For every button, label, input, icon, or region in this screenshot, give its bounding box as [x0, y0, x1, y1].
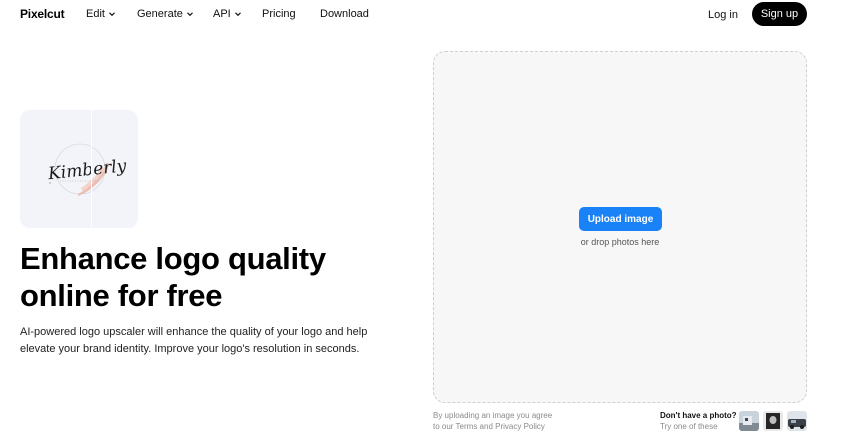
hero-description-line-2: elevate your brand identity. Improve you… — [20, 343, 360, 355]
brand-logo[interactable]: Pixelcut — [20, 7, 65, 21]
sample-photos-prompt: Don't have a photo? Try one of these — [660, 410, 740, 432]
no-photo-hint: Try one of these — [660, 422, 718, 431]
sample-photo-1[interactable] — [739, 411, 759, 431]
chevron-down-icon — [186, 12, 193, 17]
nav-item-label: Generate — [137, 8, 183, 20]
sample-photo-2-image — [763, 411, 783, 431]
legal-prefix: to our — [433, 422, 456, 431]
no-photo-question: Don't have a photo? — [660, 411, 737, 420]
logo-preview-image: Kimberly — [20, 110, 138, 228]
hero-description: AI-powered logo upscaler will enhance th… — [20, 324, 370, 358]
logo-preview-graphic: Kimberly — [46, 143, 128, 196]
terms-link[interactable]: Terms — [456, 422, 478, 431]
hero-description-line-1: AI-powered logo upscaler will enhance th… — [20, 326, 368, 338]
page-title-line-1: Enhance logo quality — [20, 241, 326, 276]
sample-photo-2[interactable] — [763, 411, 783, 431]
nav-item-label: Pricing — [262, 8, 296, 20]
nav-item-label: Download — [320, 8, 369, 20]
legal-and: and — [477, 422, 496, 431]
sample-photo-3-image — [787, 411, 807, 431]
privacy-policy-link[interactable]: Privacy Policy — [495, 422, 545, 431]
top-nav: Pixelcut Edit Generate API Pricing Downl… — [0, 0, 854, 28]
legal-line-1: By uploading an image you agree — [433, 411, 553, 420]
drop-hint: or drop photos here — [580, 237, 660, 247]
nav-item-pricing[interactable]: Pricing — [262, 8, 296, 20]
nav-item-api[interactable]: API — [213, 8, 242, 20]
upload-legal-text: By uploading an image you agree to our T… — [433, 410, 633, 432]
nav-item-label: API — [213, 8, 231, 20]
sample-photo-3[interactable] — [787, 411, 807, 431]
signup-button[interactable]: Sign up — [752, 2, 807, 26]
page-title: Enhance logo quality online for free — [20, 240, 400, 314]
upload-image-button[interactable]: Upload image — [579, 207, 662, 231]
chevron-down-icon — [234, 12, 241, 17]
nav-item-generate[interactable]: Generate — [137, 8, 194, 20]
sample-photo-1-image — [739, 411, 759, 431]
chevron-down-icon — [109, 12, 115, 17]
page-title-line-2: online for free — [20, 278, 223, 313]
nav-item-edit[interactable]: Edit — [86, 8, 116, 20]
nav-item-download[interactable]: Download — [320, 8, 369, 20]
login-button[interactable]: Log in — [699, 3, 747, 26]
nav-item-label: Edit — [86, 8, 105, 20]
logo-preview-text: Kimberly — [46, 156, 127, 184]
before-after-divider[interactable] — [91, 110, 92, 228]
